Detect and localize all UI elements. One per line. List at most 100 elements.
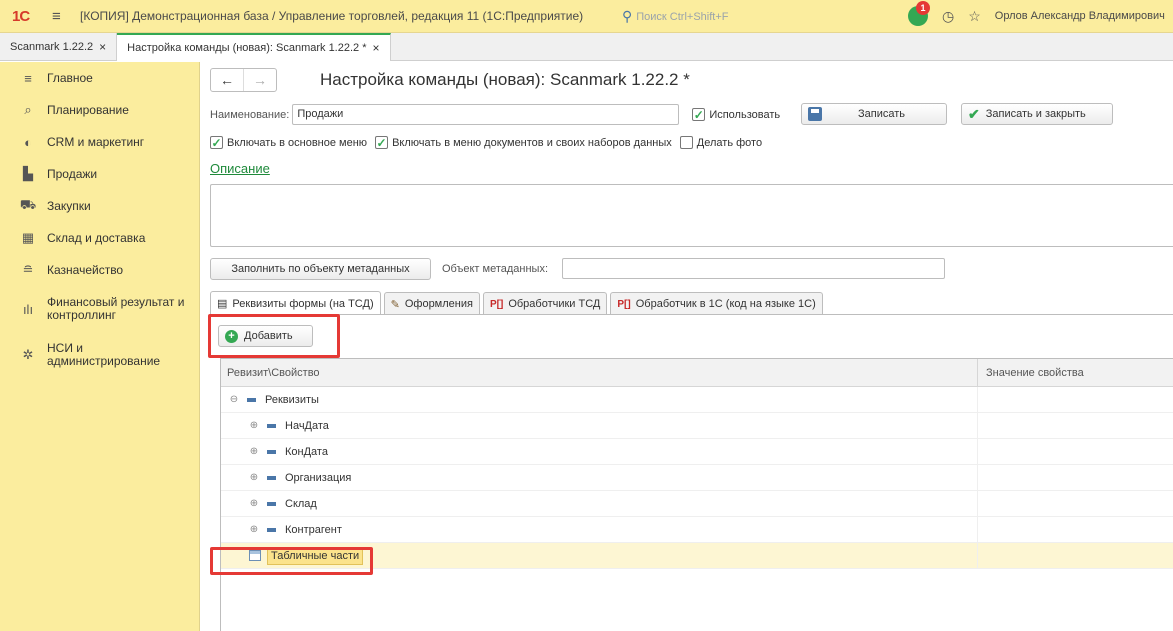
name-row: Наименование: Продажи ✓ Использовать bbox=[210, 104, 780, 125]
sidebar-item-label: Склад и доставка bbox=[47, 230, 146, 245]
sidebar-item-warehouse[interactable]: ▦ Склад и доставка bbox=[0, 222, 199, 254]
bag-icon: ▙ bbox=[23, 166, 33, 181]
sidebar-item-sales[interactable]: ▙ Продажи bbox=[0, 158, 199, 190]
sidebar-item-admin[interactable]: ✲ НСИ и администрирование bbox=[0, 332, 199, 378]
description-link[interactable]: Описание bbox=[210, 161, 270, 176]
tab-label: Оформления bbox=[404, 298, 473, 310]
tab-form-attributes[interactable]: ▤ Реквизиты формы (на ТСД) bbox=[210, 291, 381, 315]
sidebar-item-planning[interactable]: ⌕ Планирование bbox=[0, 94, 199, 126]
highlight-frame-add bbox=[208, 314, 340, 358]
attribute-icon bbox=[267, 501, 276, 506]
options-row: ✓ Включать в основное меню ✓ Включать в … bbox=[210, 136, 762, 149]
expand-icon[interactable]: ⊕ bbox=[247, 524, 261, 535]
main-menu-icon[interactable]: ≡ bbox=[52, 8, 66, 25]
checkmark-icon: ✔ bbox=[968, 105, 980, 122]
use-checkbox[interactable]: ✓ bbox=[692, 108, 706, 121]
tab-command-settings[interactable]: Настройка команды (новая): Scanmark 1.22… bbox=[117, 33, 391, 61]
tab-label: Обработчик в 1С (код на языке 1С) bbox=[635, 298, 816, 310]
sidebar-item-main[interactable]: ≡ Главное bbox=[0, 62, 199, 94]
photo-checkbox[interactable] bbox=[679, 136, 693, 149]
warehouse-icon: ▦ bbox=[21, 230, 35, 245]
tabs-divider bbox=[210, 314, 1173, 315]
description-textarea[interactable] bbox=[210, 184, 1173, 247]
sidebar-item-finance[interactable]: ılı Финансовый результат и контроллинг bbox=[0, 286, 199, 332]
close-tab-icon[interactable]: × bbox=[373, 41, 380, 55]
sidebar-item-label: Казначейство bbox=[47, 262, 124, 277]
table-header: Ревизит\Свойство Значение свойства bbox=[221, 359, 1173, 387]
tab-scanmark[interactable]: Scanmark 1.22.2 × bbox=[0, 33, 118, 60]
title-bar: 1С ≡ [КОПИЯ] Демонстрационная база / Упр… bbox=[0, 0, 1173, 33]
expand-icon[interactable]: ⊕ bbox=[247, 420, 261, 431]
table-row[interactable]: ⊕ Контрагент bbox=[221, 517, 1173, 543]
chart-icon: ılı bbox=[22, 301, 34, 317]
table-row[interactable]: ⊕ КонДата bbox=[221, 439, 1173, 465]
tab-label: Обработчики ТСД bbox=[508, 298, 601, 310]
sidebar-item-label: Главное bbox=[47, 70, 93, 85]
column-attribute[interactable]: Ревизит\Свойство bbox=[221, 359, 978, 386]
form-area: ← → Настройка команды (новая): Scanmark … bbox=[200, 62, 1173, 631]
nav-buttons: ← → bbox=[210, 68, 277, 92]
save-disk-icon bbox=[808, 107, 822, 121]
history-icon[interactable]: ◷ bbox=[942, 8, 954, 25]
table-row[interactable]: ⊖ Реквизиты bbox=[221, 387, 1173, 413]
sidebar-item-label: Продажи bbox=[47, 166, 98, 181]
sidebar: ≡ Главное ⌕ Планирование ◐ CRM и маркети… bbox=[0, 62, 200, 631]
tab-label: Реквизиты формы (на ТСД) bbox=[232, 297, 374, 310]
form-icon: ▤ bbox=[217, 298, 228, 310]
photo-label: Делать фото bbox=[696, 136, 763, 149]
table-row[interactable]: ⊕ Склад bbox=[221, 491, 1173, 517]
tab-label: Scanmark 1.22.2 bbox=[10, 40, 94, 53]
name-field[interactable]: Продажи bbox=[292, 104, 680, 125]
fill-by-metadata-button[interactable]: Заполнить по объекту метаданных bbox=[210, 258, 431, 280]
sidebar-item-crm[interactable]: ◐ CRM и маркетинг bbox=[0, 126, 199, 158]
app-logo: 1С bbox=[12, 7, 30, 25]
notifications-icon[interactable]: 1 bbox=[908, 1, 930, 26]
sidebar-item-label: Планирование bbox=[47, 102, 129, 117]
gear-icon: ✲ bbox=[22, 347, 34, 362]
name-label: Наименование: bbox=[210, 108, 290, 121]
doc-menu-checkbox[interactable]: ✓ bbox=[375, 136, 389, 149]
back-arrow-icon[interactable]: ← bbox=[211, 69, 243, 91]
titlebar-tools: 1 ◷ ☆ Орлов Александр Владимирович bbox=[908, 1, 1165, 26]
brush-icon: ✎ bbox=[390, 298, 400, 311]
table-row[interactable]: ⊕ НачДата bbox=[221, 413, 1173, 439]
save-close-label: Записать и закрыть bbox=[985, 108, 1086, 120]
cart-icon: ⛟ bbox=[19, 197, 37, 212]
save-button[interactable]: Записать bbox=[801, 103, 947, 125]
tab-tsd-handlers[interactable]: P[] Обработчики ТСД bbox=[482, 292, 608, 315]
sidebar-item-treasury[interactable]: ≘ Казначейство bbox=[0, 254, 199, 286]
metadata-object-field[interactable] bbox=[562, 258, 945, 279]
search-placeholder: Поиск Ctrl+Shift+F bbox=[636, 10, 729, 23]
attribute-icon bbox=[267, 423, 276, 428]
menu-icon: ≡ bbox=[24, 70, 32, 86]
forward-arrow-icon[interactable]: → bbox=[243, 69, 276, 91]
sidebar-item-purchases[interactable]: ⛟ Закупки bbox=[0, 190, 199, 222]
expand-icon[interactable]: ⊕ bbox=[247, 446, 261, 457]
attributes-tree: Ревизит\Свойство Значение свойства ⊖ Рек… bbox=[220, 358, 1173, 631]
row-label: Организация bbox=[285, 471, 352, 484]
expand-icon[interactable]: ⊕ bbox=[247, 472, 261, 483]
main-menu-label: Включать в основное меню bbox=[227, 136, 368, 149]
crm-icon: ◐ bbox=[24, 134, 32, 150]
current-user[interactable]: Орлов Александр Владимирович bbox=[995, 10, 1165, 22]
form-tabs: ▤ Реквизиты формы (на ТСД) ✎ Оформления … bbox=[210, 291, 826, 315]
close-tab-icon[interactable]: × bbox=[99, 40, 106, 54]
row-label: КонДата bbox=[285, 445, 328, 458]
row-label: Склад bbox=[285, 497, 317, 510]
window-tabs: Scanmark 1.22.2 × Настройка команды (нов… bbox=[0, 33, 1173, 61]
highlight-frame-table-parts bbox=[210, 547, 373, 575]
collapse-icon[interactable]: ⊖ bbox=[227, 394, 241, 405]
attribute-icon bbox=[267, 475, 276, 480]
tab-appearance[interactable]: ✎ Оформления bbox=[383, 292, 480, 315]
table-row[interactable]: ⊕ Организация bbox=[221, 465, 1173, 491]
tab-1c-handler[interactable]: P[] Обработчик в 1С (код на языке 1С) bbox=[610, 292, 823, 315]
favorites-star-icon[interactable]: ☆ bbox=[968, 8, 981, 25]
global-search[interactable]: ⚲ Поиск Ctrl+Shift+F bbox=[622, 7, 842, 26]
save-and-close-button[interactable]: ✔ Записать и закрыть bbox=[961, 103, 1113, 125]
page-title: Настройка команды (новая): Scanmark 1.22… bbox=[320, 70, 690, 89]
attribute-icon bbox=[267, 449, 276, 454]
use-label: Использовать bbox=[709, 108, 781, 121]
main-menu-checkbox[interactable]: ✓ bbox=[210, 136, 223, 149]
expand-icon[interactable]: ⊕ bbox=[247, 498, 261, 509]
column-value[interactable]: Значение свойства bbox=[978, 359, 1173, 386]
